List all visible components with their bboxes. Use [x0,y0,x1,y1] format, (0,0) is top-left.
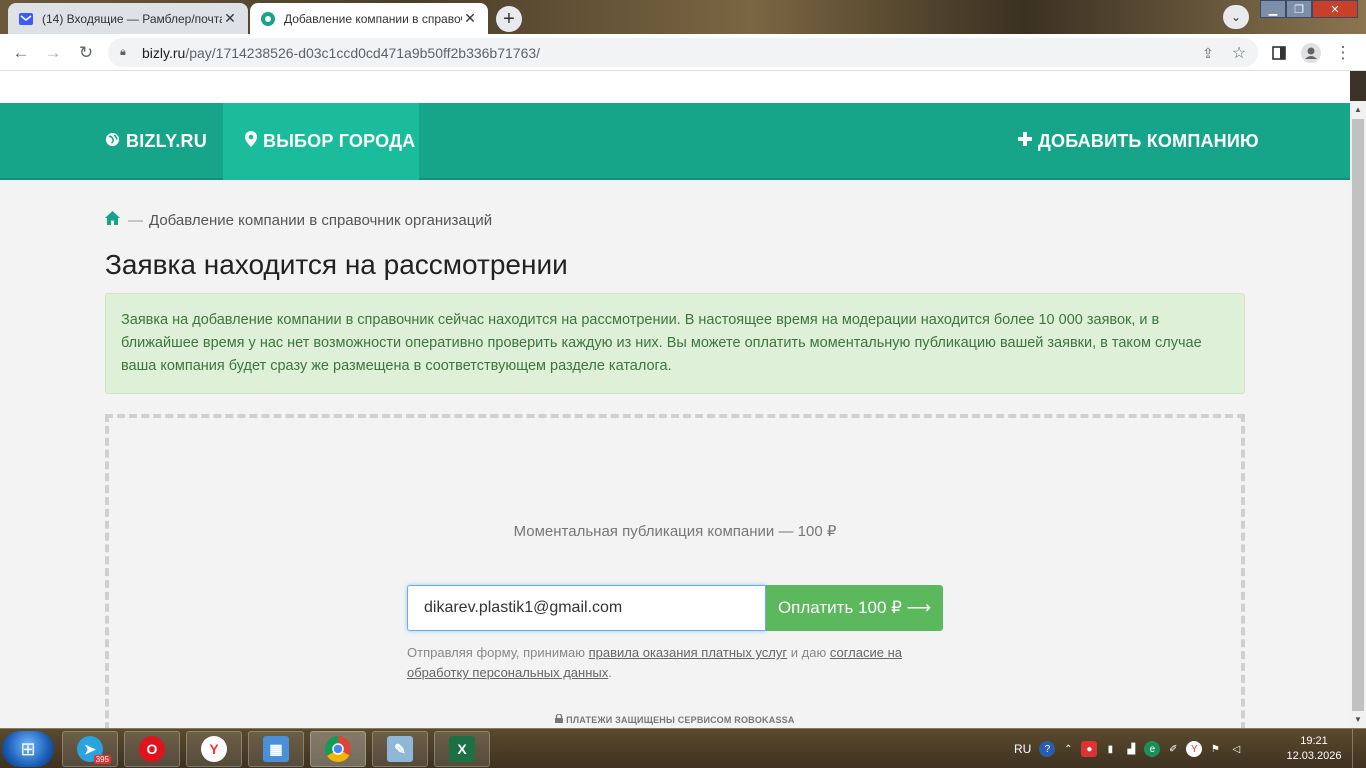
opera-icon: O [139,736,165,762]
terms-text: Отправляя форму, принимаю правила оказан… [407,643,927,683]
reload-icon[interactable]: ↻ [75,42,97,64]
nav-add-company-label: ДОБАВИТЬ КОМПАНИЮ [1038,131,1259,151]
terms-prefix: Отправляя форму, принимаю [407,645,589,660]
new-tab-button[interactable]: + [496,6,522,32]
breadcrumb-current: Добавление компании в справочник организ… [149,212,493,229]
secure-payment-note: ПЛАТЕЖИ ЗАЩИЩЕНЫ СЕРВИСОМ ROBOKASSA [109,713,1241,725]
terms-suffix: . [608,665,612,680]
nav-city-label: ВЫБОР ГОРОДА [263,131,416,151]
scroll-down-icon[interactable]: ▼ [1350,711,1366,728]
terms-middle: и даю [787,645,830,660]
close-icon[interactable]: ✕ [222,10,238,27]
profile-icon[interactable] [1300,42,1322,64]
help-icon[interactable]: ? [1039,741,1056,757]
tab-bizly[interactable]: Добавление компании в справочник ✕ [250,3,488,34]
page-viewport: BIZLY.RU ВЫБОР ГОРОДА ДОБАВИТЬ КОМПАНИЮ … [0,71,1350,728]
url-path: /pay/1714238526-d03c1ccd0cd471a9b50ff2b3… [185,44,541,61]
network-icon[interactable]: ▮ [1102,741,1118,757]
browser-toolbar: ← → ↻ 🔒︎ bizly.ru/pay/1714238526-d03c1cc… [0,34,1366,71]
yandex-tray-icon[interactable]: Y [1186,741,1203,757]
window-controls: ▁ ❐ ✕ [1260,0,1358,18]
signal-icon[interactable]: ▟ [1123,741,1139,757]
paid-services-rules-link[interactable]: правила оказания платных услуг [589,645,788,660]
taskbar-yandex[interactable]: Y [186,731,242,767]
antivirus-icon[interactable]: ● [1081,741,1098,757]
close-icon[interactable]: ✕ [462,10,478,27]
share-icon[interactable]: ⇪ [1197,42,1219,64]
windows-start-icon[interactable]: ⊞ [2,731,54,767]
os-taskbar: ⊞ ➤ 395 O Y ▦ ✎ X RU ? ⌃ ● ▮ ▟ e ✐ Y ⚑ ◁… [0,728,1366,768]
chevron-up-icon[interactable]: ⌃ [1060,741,1076,757]
scrollbar-thumb[interactable] [1352,119,1364,711]
nav-city-select[interactable]: ВЫБОР ГОРОДА [223,103,419,180]
taskbar-opera[interactable]: O [124,731,180,767]
volume-icon[interactable]: ◁ [1228,741,1244,757]
pen-tray-icon[interactable]: ✐ [1165,741,1181,757]
flag-icon[interactable]: ⚑ [1207,741,1223,757]
moderation-alert: Заявка на добавление компании в справочн… [105,293,1245,394]
page-scrollbar[interactable]: ▲ ▼ [1350,101,1366,728]
payment-form: Оплатить 100 ₽ ⟶ [407,585,943,631]
taskbar-chrome[interactable] [310,731,366,767]
system-clock[interactable]: 19:21 12.03.2026 [1284,734,1344,764]
edge-icon[interactable]: e [1144,741,1161,757]
page-title: Заявка находится на рассмотрении [105,249,568,280]
forward-icon[interactable]: → [42,42,64,64]
chrome-icon [325,736,351,762]
side-panel-icon[interactable] [1268,42,1290,64]
page-top-spacer [0,71,1350,103]
control-panel-icon: ▦ [263,736,289,762]
nav-add-company-link[interactable]: ДОБАВИТЬ КОМПАНИЮ [1018,103,1259,180]
site-navbar: BIZLY.RU ВЫБОР ГОРОДА ДОБАВИТЬ КОМПАНИЮ [0,103,1350,180]
taskbar-control-panel[interactable]: ▦ [248,731,304,767]
bizly-favicon [260,11,276,27]
taskbar-excel[interactable]: X [434,731,490,767]
nav-brand-label: BIZLY.RU [126,131,207,151]
plus-icon [1018,132,1032,151]
maximize-icon[interactable]: ❐ [1286,0,1312,18]
lock-icon [555,713,566,725]
yandex-icon: Y [201,736,227,762]
lock-icon: 🔒︎ [120,46,126,58]
star-icon[interactable]: ☆ [1228,42,1250,64]
taskbar-notes[interactable]: ✎ [372,731,428,767]
breadcrumb-separator: — [128,212,143,229]
tab-title: (14) Входящие — Рамблер/почта [42,11,222,26]
chevron-down-icon[interactable]: ⌄ [1223,5,1249,29]
map-marker-icon [245,131,257,152]
payment-caption: Моментальная публикация компании — 100 ₽ [513,523,837,540]
excel-icon: X [449,736,475,762]
tab-rambler-mail[interactable]: (14) Входящие — Рамблер/почта ✕ [8,3,248,34]
scroll-up-icon[interactable]: ▲ [1350,101,1366,118]
taskbar-telegram[interactable]: ➤ 395 [62,731,118,767]
back-icon[interactable]: ← [10,42,32,64]
payment-box: Моментальная публикация компании — 100 ₽… [105,414,1245,728]
tab-title: Добавление компании в справочник [284,11,462,26]
minimize-icon[interactable]: ▁ [1260,0,1286,18]
close-window-icon[interactable]: ✕ [1312,0,1358,18]
home-icon[interactable] [105,211,120,230]
breadcrumb: — Добавление компании в справочник орган… [105,211,492,230]
clock-date: 12.03.2026 [1286,750,1342,762]
pay-button[interactable]: Оплатить 100 ₽ ⟶ [766,585,943,631]
menu-kebab-icon[interactable]: ⋮ [1332,42,1354,64]
clock-time: 19:21 [1300,735,1328,747]
tab-strip: (14) Входящие — Рамблер/почта ✕ Добавлен… [0,0,1366,34]
show-desktop-button[interactable] [1352,729,1366,768]
email-input[interactable] [407,585,766,631]
url-host: bizly.ru [142,44,186,61]
notes-icon: ✎ [387,736,413,762]
language-indicator[interactable]: RU [1014,742,1031,756]
address-bar[interactable]: 🔒︎ bizly.ru/pay/1714238526-d03c1ccd0cd47… [108,38,1258,67]
mail-icon [18,11,34,27]
secure-note-label: ПЛАТЕЖИ ЗАЩИЩЕНЫ СЕРВИСОМ ROBOKASSA [566,715,795,725]
globe-icon [105,132,120,152]
nav-brand-link[interactable]: BIZLY.RU [105,103,207,180]
system-tray: RU ? ⌃ ● ▮ ▟ e ✐ Y ⚑ ◁ [1014,729,1249,768]
telegram-badge: 395 [93,755,111,764]
